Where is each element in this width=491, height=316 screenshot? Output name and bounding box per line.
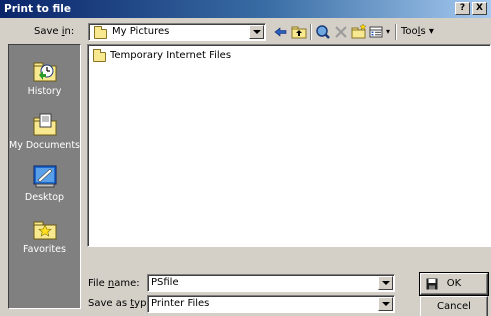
folder-icon [93, 49, 106, 62]
close-button[interactable]: X [472, 2, 487, 15]
save-in-value: My Pictures [112, 26, 170, 37]
views-dropdown-arrow[interactable]: ▾ [386, 27, 390, 36]
desktop-icon [32, 163, 58, 189]
tools-menu[interactable]: Tools ▾ [401, 26, 434, 37]
delete-icon[interactable] [331, 22, 351, 42]
place-my-documents[interactable]: My Documents [9, 111, 80, 151]
save-in-label: Save in: [34, 26, 75, 37]
favorites-icon [32, 215, 58, 241]
save-in-dropdown-arrow[interactable] [249, 25, 264, 39]
file-name-label: File name: [88, 278, 140, 289]
place-label: History [27, 86, 62, 97]
up-folder-icon[interactable] [289, 22, 309, 42]
views-icon[interactable] [367, 22, 385, 42]
tools-dropdown-arrow: ▾ [428, 26, 434, 37]
window-title: Print to file [4, 3, 72, 15]
file-name: Temporary Internet Files [110, 50, 232, 61]
search-web-icon[interactable] [313, 22, 333, 42]
place-label: My Documents [9, 140, 81, 151]
save-type-select[interactable]: Printer Files [147, 295, 395, 313]
toolbar-separator [310, 24, 312, 40]
save-disk-icon [426, 278, 438, 290]
place-favorites[interactable]: Favorites [9, 215, 80, 255]
save-type-label: Save as type: [88, 298, 156, 309]
file-name-field[interactable]: PSfile [147, 274, 395, 292]
file-name-dropdown-arrow[interactable] [378, 276, 393, 290]
cancel-button[interactable]: Cancel [420, 296, 488, 316]
folder-icon [94, 26, 107, 39]
place-desktop[interactable]: Desktop [9, 163, 80, 203]
toolbar-separator [395, 24, 397, 40]
save-type-dropdown-arrow[interactable] [378, 297, 393, 311]
place-label: Desktop [24, 192, 65, 203]
save-in-combo[interactable]: My Pictures [88, 23, 266, 41]
new-folder-icon[interactable] [349, 22, 369, 42]
places-bar: History My Documents Desktop Favorites [8, 44, 81, 309]
place-history[interactable]: History [9, 57, 80, 97]
ok-button[interactable]: OK [419, 272, 489, 296]
file-list[interactable]: Temporary Internet Files [87, 44, 491, 247]
place-label: Favorites [23, 244, 66, 255]
back-arrow-icon[interactable] [271, 22, 291, 42]
help-button[interactable]: ? [455, 2, 470, 15]
print-to-file-dialog: Print to file ? X Save in: My Pictures ▾… [0, 0, 491, 316]
save-type-value: Printer Files [151, 298, 210, 309]
history-icon [32, 57, 58, 83]
my-documents-icon [32, 111, 58, 137]
title-bar[interactable]: Print to file ? X [0, 0, 491, 18]
file-name-value: PSfile [151, 277, 179, 288]
ok-label: OK [446, 278, 462, 289]
